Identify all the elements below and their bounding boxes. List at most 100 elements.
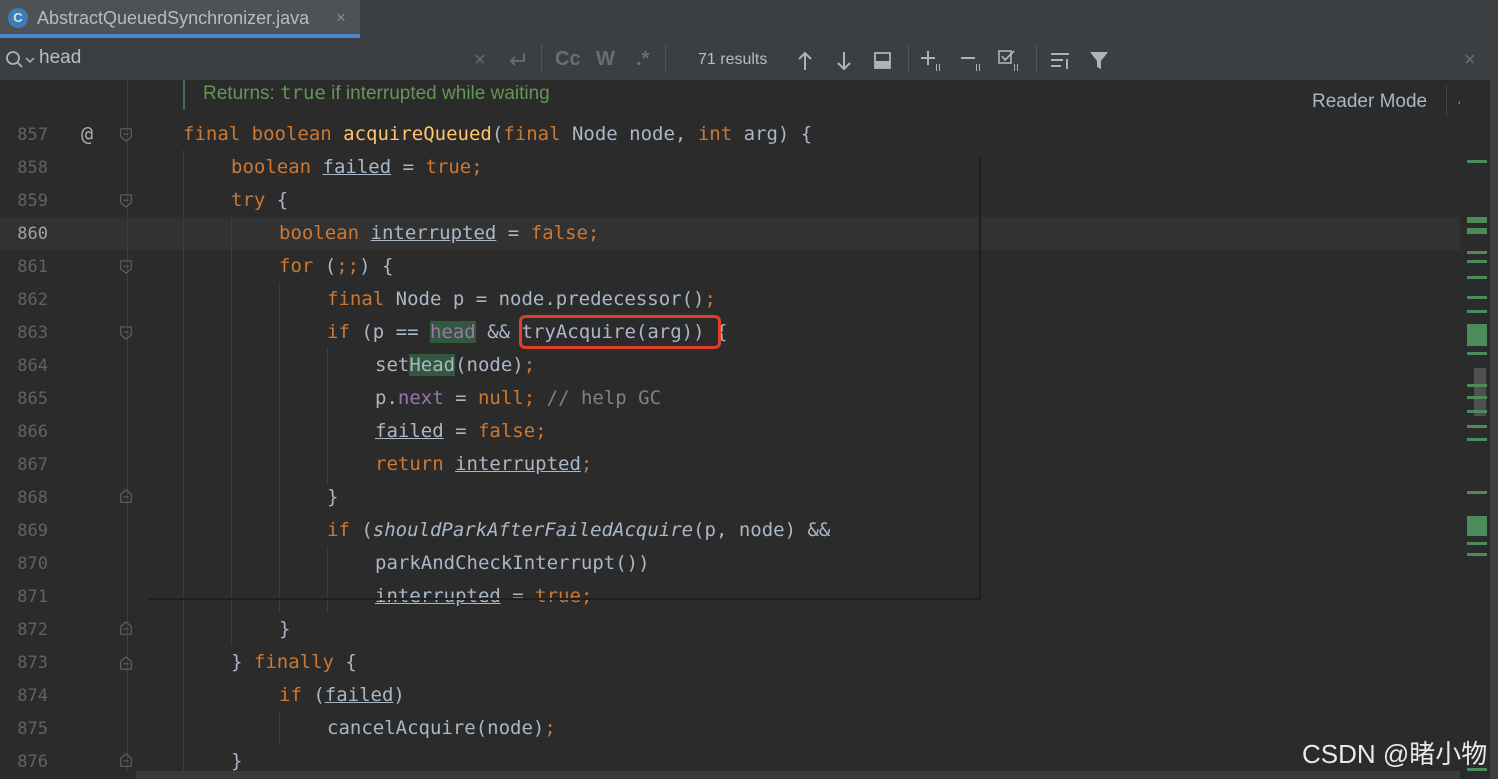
next-occurrence-icon[interactable] bbox=[835, 50, 853, 72]
separator bbox=[908, 45, 909, 73]
code-line-864[interactable]: setHead(node); bbox=[375, 354, 535, 376]
java-class-icon: C bbox=[8, 8, 28, 28]
svg-text:II: II bbox=[975, 63, 981, 73]
code-line-866[interactable]: failed = false; bbox=[375, 420, 547, 442]
regex-toggle[interactable]: .* bbox=[636, 48, 649, 71]
code-token: ) { bbox=[359, 255, 394, 277]
fold-end-icon[interactable] bbox=[119, 489, 133, 503]
code-line-870[interactable]: parkAndCheckInterrupt()) bbox=[375, 552, 650, 574]
code-line-860[interactable]: boolean interrupted = false; bbox=[279, 222, 599, 244]
select-all-occurrences-checkbox-icon[interactable]: II bbox=[998, 49, 1026, 73]
code-line-868[interactable]: } bbox=[327, 486, 338, 508]
fold-end-icon[interactable] bbox=[119, 753, 133, 767]
code-line-876[interactable]: } bbox=[231, 750, 242, 772]
search-match-marker[interactable] bbox=[1467, 217, 1487, 223]
static-method: shouldParkAfterFailedAcquire bbox=[372, 519, 694, 541]
search-match-marker[interactable] bbox=[1467, 410, 1487, 413]
semicolon: ; bbox=[523, 354, 536, 376]
code-line-861[interactable]: for (;;) { bbox=[279, 255, 393, 277]
line-number-current: 860 bbox=[17, 224, 48, 244]
search-match-marker[interactable] bbox=[1467, 160, 1487, 163]
code-line-875[interactable]: cancelAcquire(node); bbox=[327, 717, 556, 739]
search-match-marker[interactable] bbox=[1467, 516, 1487, 536]
search-input[interactable]: head bbox=[39, 47, 81, 69]
search-match-marker[interactable] bbox=[1467, 228, 1487, 234]
search-match-marker[interactable] bbox=[1467, 310, 1487, 313]
search-match-marker[interactable] bbox=[1467, 553, 1487, 556]
code-token: Node p = node.predecessor() bbox=[395, 288, 705, 310]
code-token: (p, node) && bbox=[693, 519, 831, 541]
search-match-marker[interactable] bbox=[1467, 251, 1487, 254]
semicolon: ; bbox=[580, 585, 593, 607]
code-line-873[interactable]: } finally { bbox=[231, 651, 357, 673]
previous-occurrence-icon[interactable] bbox=[796, 50, 814, 72]
search-match-head: head bbox=[429, 321, 476, 343]
reader-mode-button[interactable]: Reader Mode bbox=[1312, 91, 1427, 113]
fold-start-icon[interactable] bbox=[119, 194, 133, 208]
search-match-marker[interactable] bbox=[1467, 425, 1487, 428]
indent-guide bbox=[327, 546, 328, 612]
search-match-marker[interactable] bbox=[1467, 324, 1487, 346]
fold-start-icon[interactable] bbox=[119, 656, 133, 670]
whole-words-toggle[interactable]: W bbox=[596, 48, 615, 71]
fold-start-icon[interactable] bbox=[119, 326, 133, 340]
code-line-869[interactable]: if (shouldParkAfterFailedAcquire(p, node… bbox=[327, 519, 830, 541]
code-line-871[interactable]: interrupted = true; bbox=[375, 585, 592, 607]
add-occurrence-icon[interactable]: II bbox=[920, 49, 948, 73]
search-match-marker[interactable] bbox=[1467, 260, 1487, 263]
keyword: int bbox=[697, 123, 744, 145]
override-marker-icon[interactable]: @ bbox=[81, 122, 93, 146]
search-match-marker[interactable] bbox=[1467, 542, 1487, 545]
clear-search-icon[interactable]: × bbox=[474, 49, 486, 72]
keyword: null bbox=[477, 387, 524, 409]
filter-search-results-icon[interactable] bbox=[1049, 50, 1073, 72]
code-line-865[interactable]: p.next = null; // help GC bbox=[375, 387, 661, 409]
code-line-862[interactable]: final Node p = node.predecessor(); bbox=[327, 288, 716, 310]
variable: interrupted bbox=[375, 585, 501, 607]
new-line-icon[interactable] bbox=[506, 51, 528, 69]
select-all-occurrences-icon[interactable] bbox=[873, 51, 893, 71]
tab-title[interactable]: AbstractQueuedSynchronizer.java bbox=[37, 8, 309, 29]
fold-start-icon[interactable] bbox=[119, 128, 133, 142]
code-line-857[interactable]: final boolean acquireQueued(final Node n… bbox=[183, 123, 812, 145]
search-match-marker[interactable] bbox=[1467, 352, 1487, 355]
search-match-marker[interactable] bbox=[1467, 296, 1487, 299]
match-case-toggle[interactable]: Cc bbox=[555, 48, 581, 71]
filter-icon[interactable] bbox=[1088, 50, 1110, 72]
separator bbox=[541, 45, 542, 73]
code-token: arg) { bbox=[743, 123, 813, 145]
line-number: 867 bbox=[17, 455, 48, 475]
comment: // help GC bbox=[546, 387, 662, 409]
code-line-872[interactable]: } bbox=[279, 618, 290, 640]
variable: interrupted bbox=[455, 453, 581, 475]
search-match-marker[interactable] bbox=[1467, 396, 1487, 399]
scrollbar-thumb[interactable] bbox=[1474, 368, 1486, 416]
rendered-doc-comment: Returns: true if interrupted while waiti… bbox=[203, 82, 550, 105]
remove-occurrence-icon[interactable]: II bbox=[960, 49, 988, 73]
variable: failed bbox=[375, 420, 444, 442]
fold-end-icon[interactable] bbox=[119, 621, 133, 635]
search-history-icon[interactable] bbox=[5, 50, 35, 70]
doc-code: true bbox=[280, 82, 326, 104]
search-match-marker[interactable] bbox=[1467, 276, 1487, 279]
code-line-859[interactable]: try { bbox=[231, 189, 288, 211]
caret-row-highlight bbox=[0, 217, 1460, 250]
semicolon: ; bbox=[544, 717, 556, 739]
keyword: if bbox=[327, 321, 362, 343]
fold-start-icon[interactable] bbox=[119, 260, 133, 274]
search-match-marker[interactable] bbox=[1467, 491, 1487, 494]
code-line-874[interactable]: if (failed) bbox=[279, 684, 405, 706]
search-match-marker[interactable] bbox=[1467, 384, 1487, 387]
horizontal-scrollbar[interactable] bbox=[136, 771, 1460, 779]
keyword: ;; bbox=[336, 255, 360, 277]
semicolon: ; bbox=[587, 222, 600, 244]
tab-close-icon[interactable]: × bbox=[336, 8, 346, 28]
watermark: CSDN @睹小物 bbox=[1302, 739, 1488, 769]
close-find-bar-icon[interactable]: × bbox=[1464, 49, 1476, 72]
keyword: final bbox=[503, 123, 572, 145]
code-token: = bbox=[500, 585, 536, 607]
search-match-marker[interactable] bbox=[1467, 438, 1487, 441]
code-line-867[interactable]: return interrupted; bbox=[375, 453, 592, 475]
svg-text:II: II bbox=[935, 63, 941, 73]
code-line-858[interactable]: boolean failed = true; bbox=[231, 156, 483, 178]
